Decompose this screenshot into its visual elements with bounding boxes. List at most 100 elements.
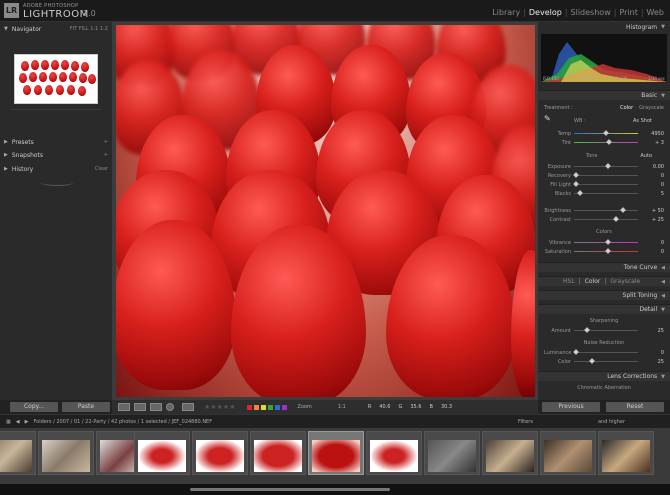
navigator-zoom-options[interactable]: FIT FILL 1:1 1:2	[70, 26, 108, 32]
tint-slider[interactable]: Tint + 3	[544, 138, 664, 147]
wb-select[interactable]: As Shot	[633, 118, 652, 124]
navigator-header[interactable]: ▼ Navigator FIT FILL 1:1 1:2	[0, 24, 112, 34]
left-panel: ▼ Navigator FIT FILL 1:1 1:2 ▶ Presets +…	[0, 22, 112, 400]
reset-button[interactable]: Reset	[606, 402, 664, 412]
detail-header[interactable]: Detail ▼	[538, 304, 670, 314]
histogram-graph[interactable]: ISO 100 44 mm f / 2.8 1/30 sec	[541, 34, 667, 82]
tone-curve-header[interactable]: Tone Curve ◀	[538, 262, 670, 272]
expand-triangle-icon: ▶	[4, 152, 8, 158]
contrast-slider[interactable]: Contrast + 25	[544, 215, 664, 224]
blacks-slider[interactable]: Blacks 5	[544, 189, 664, 198]
tone-auto-button[interactable]: Auto	[640, 153, 652, 159]
navigator-preview[interactable]	[14, 54, 98, 104]
rating-filter[interactable]: and higher	[598, 419, 625, 425]
color-labels	[247, 404, 288, 410]
color-label-purple-icon[interactable]	[282, 404, 288, 410]
module-web[interactable]: Web	[647, 8, 664, 17]
module-slideshow[interactable]: Slideshow	[571, 8, 611, 17]
wb-eyedropper-icon[interactable]: ✎	[544, 114, 551, 123]
filmstrip-thumbnail-selected[interactable]	[308, 431, 364, 475]
lens-corrections-header[interactable]: Lens Corrections ▼	[538, 371, 670, 381]
add-snapshot-icon[interactable]: +	[104, 152, 108, 158]
temp-slider[interactable]: Temp 4950	[544, 129, 664, 138]
split-toning-header[interactable]: Split Toning ◀	[538, 290, 670, 300]
loupe-view-icon[interactable]	[118, 403, 130, 411]
back-arrow-icon[interactable]: ◀	[16, 419, 20, 425]
color-label-green-icon[interactable]	[268, 404, 274, 410]
basic-header[interactable]: Basic ▼	[538, 90, 670, 100]
tab-grayscale[interactable]: Grayscale	[610, 278, 640, 285]
wb-row: ✎ WB : As Shot	[544, 114, 664, 125]
exposure-slider[interactable]: Exposure 0.00	[544, 162, 664, 171]
filmstrip-scroll-thumb[interactable]	[190, 488, 390, 491]
fill-light-slider[interactable]: Fill Light 0	[544, 180, 664, 189]
treatment-color-option[interactable]: Color	[620, 105, 633, 111]
panel-end-ornament	[40, 178, 74, 186]
zoom-value[interactable]: 1:1	[338, 404, 346, 410]
module-develop[interactable]: Develop	[529, 8, 562, 17]
histogram-header[interactable]: Histogram ▼	[538, 22, 670, 32]
snapshots-title: Snapshots	[11, 151, 44, 159]
develop-photo[interactable]	[116, 25, 535, 397]
histogram-svg	[541, 42, 667, 82]
split-toning-title: Split Toning	[622, 292, 658, 299]
amount-slider[interactable]: Amount 25	[544, 326, 664, 335]
saturation-slider[interactable]: Saturation 0	[544, 247, 664, 256]
module-print[interactable]: Print	[619, 8, 637, 17]
filmstrip-thumbnail[interactable]	[366, 431, 422, 475]
color-label-red-icon[interactable]	[247, 404, 253, 410]
noise-color-slider[interactable]: Color 25	[544, 357, 664, 366]
red-value: 40.6	[379, 404, 391, 410]
filmstrip-thumbnail[interactable]	[192, 431, 248, 475]
filmstrip-thumbnail[interactable]	[424, 431, 480, 475]
treatment-label: Treatment :	[544, 104, 573, 111]
filmstrip-thumbnail[interactable]	[38, 431, 94, 475]
tone-row: Tone Auto	[544, 151, 664, 160]
tab-hsl[interactable]: HSL	[563, 278, 575, 285]
filmstrip-scrollbar[interactable]	[0, 484, 670, 495]
color-label-yellow-icon[interactable]	[261, 404, 267, 410]
redeye-icon[interactable]	[166, 403, 174, 411]
copy-button[interactable]: Copy...	[10, 402, 58, 412]
eyedropper-icon[interactable]	[182, 403, 194, 411]
right-panel-footer: Previous Reset	[538, 400, 670, 414]
presets-title: Presets	[11, 138, 34, 146]
forward-arrow-icon[interactable]: ▶	[25, 419, 29, 425]
treatment-grayscale-option[interactable]: Grayscale	[639, 105, 664, 111]
grid-icon[interactable]: ▦	[6, 419, 11, 425]
rating-star-icon[interactable]: ★★★★★	[204, 403, 235, 411]
color-label-blue-icon[interactable]	[275, 404, 281, 410]
filmstrip-thumbnail[interactable]	[482, 431, 538, 475]
filmstrip-thumbnail[interactable]	[540, 431, 596, 475]
noise-reduction-label: Noise Reduction	[583, 340, 625, 346]
presets-header[interactable]: ▶ Presets +	[0, 137, 112, 147]
collapse-triangle-icon: ▼	[4, 26, 8, 32]
module-library[interactable]: Library	[492, 8, 520, 17]
source-path[interactable]: Folders / 2007 / 01 / 22-Party / 42 phot…	[33, 419, 212, 425]
tone-label: Tone	[586, 152, 598, 159]
filmstrip-thumbnail[interactable]	[0, 431, 36, 475]
blue-label: B	[429, 404, 433, 410]
snapshots-header[interactable]: ▶ Snapshots +	[0, 150, 112, 160]
brightness-slider[interactable]: Brightness + 50	[544, 206, 664, 215]
paste-button[interactable]: Paste	[62, 402, 110, 412]
crop-icon[interactable]	[150, 403, 162, 411]
luminance-slider[interactable]: Luminance 0	[544, 348, 664, 357]
history-header[interactable]: ▶ History Clear	[0, 164, 112, 174]
module-separator: |	[523, 8, 526, 17]
add-preset-icon[interactable]: +	[104, 139, 108, 145]
filmstrip-thumbnail[interactable]	[250, 431, 306, 475]
filmstrip-thumbnail[interactable]	[134, 431, 190, 475]
before-after-icon[interactable]	[134, 403, 146, 411]
previous-button[interactable]: Previous	[542, 402, 600, 412]
tab-color[interactable]: Color	[585, 278, 601, 285]
recovery-slider[interactable]: Recovery 0	[544, 171, 664, 180]
filmstrip-thumbnail[interactable]	[598, 431, 654, 475]
color-label-orange-icon[interactable]	[254, 404, 260, 410]
clear-history-button[interactable]: Clear	[95, 166, 108, 172]
vibrance-slider[interactable]: Vibrance 0	[544, 238, 664, 247]
expand-triangle-icon: ◀	[661, 278, 665, 285]
center-canvas	[112, 22, 538, 400]
red-label: R	[367, 404, 372, 410]
filters-label[interactable]: Filters	[518, 419, 533, 425]
